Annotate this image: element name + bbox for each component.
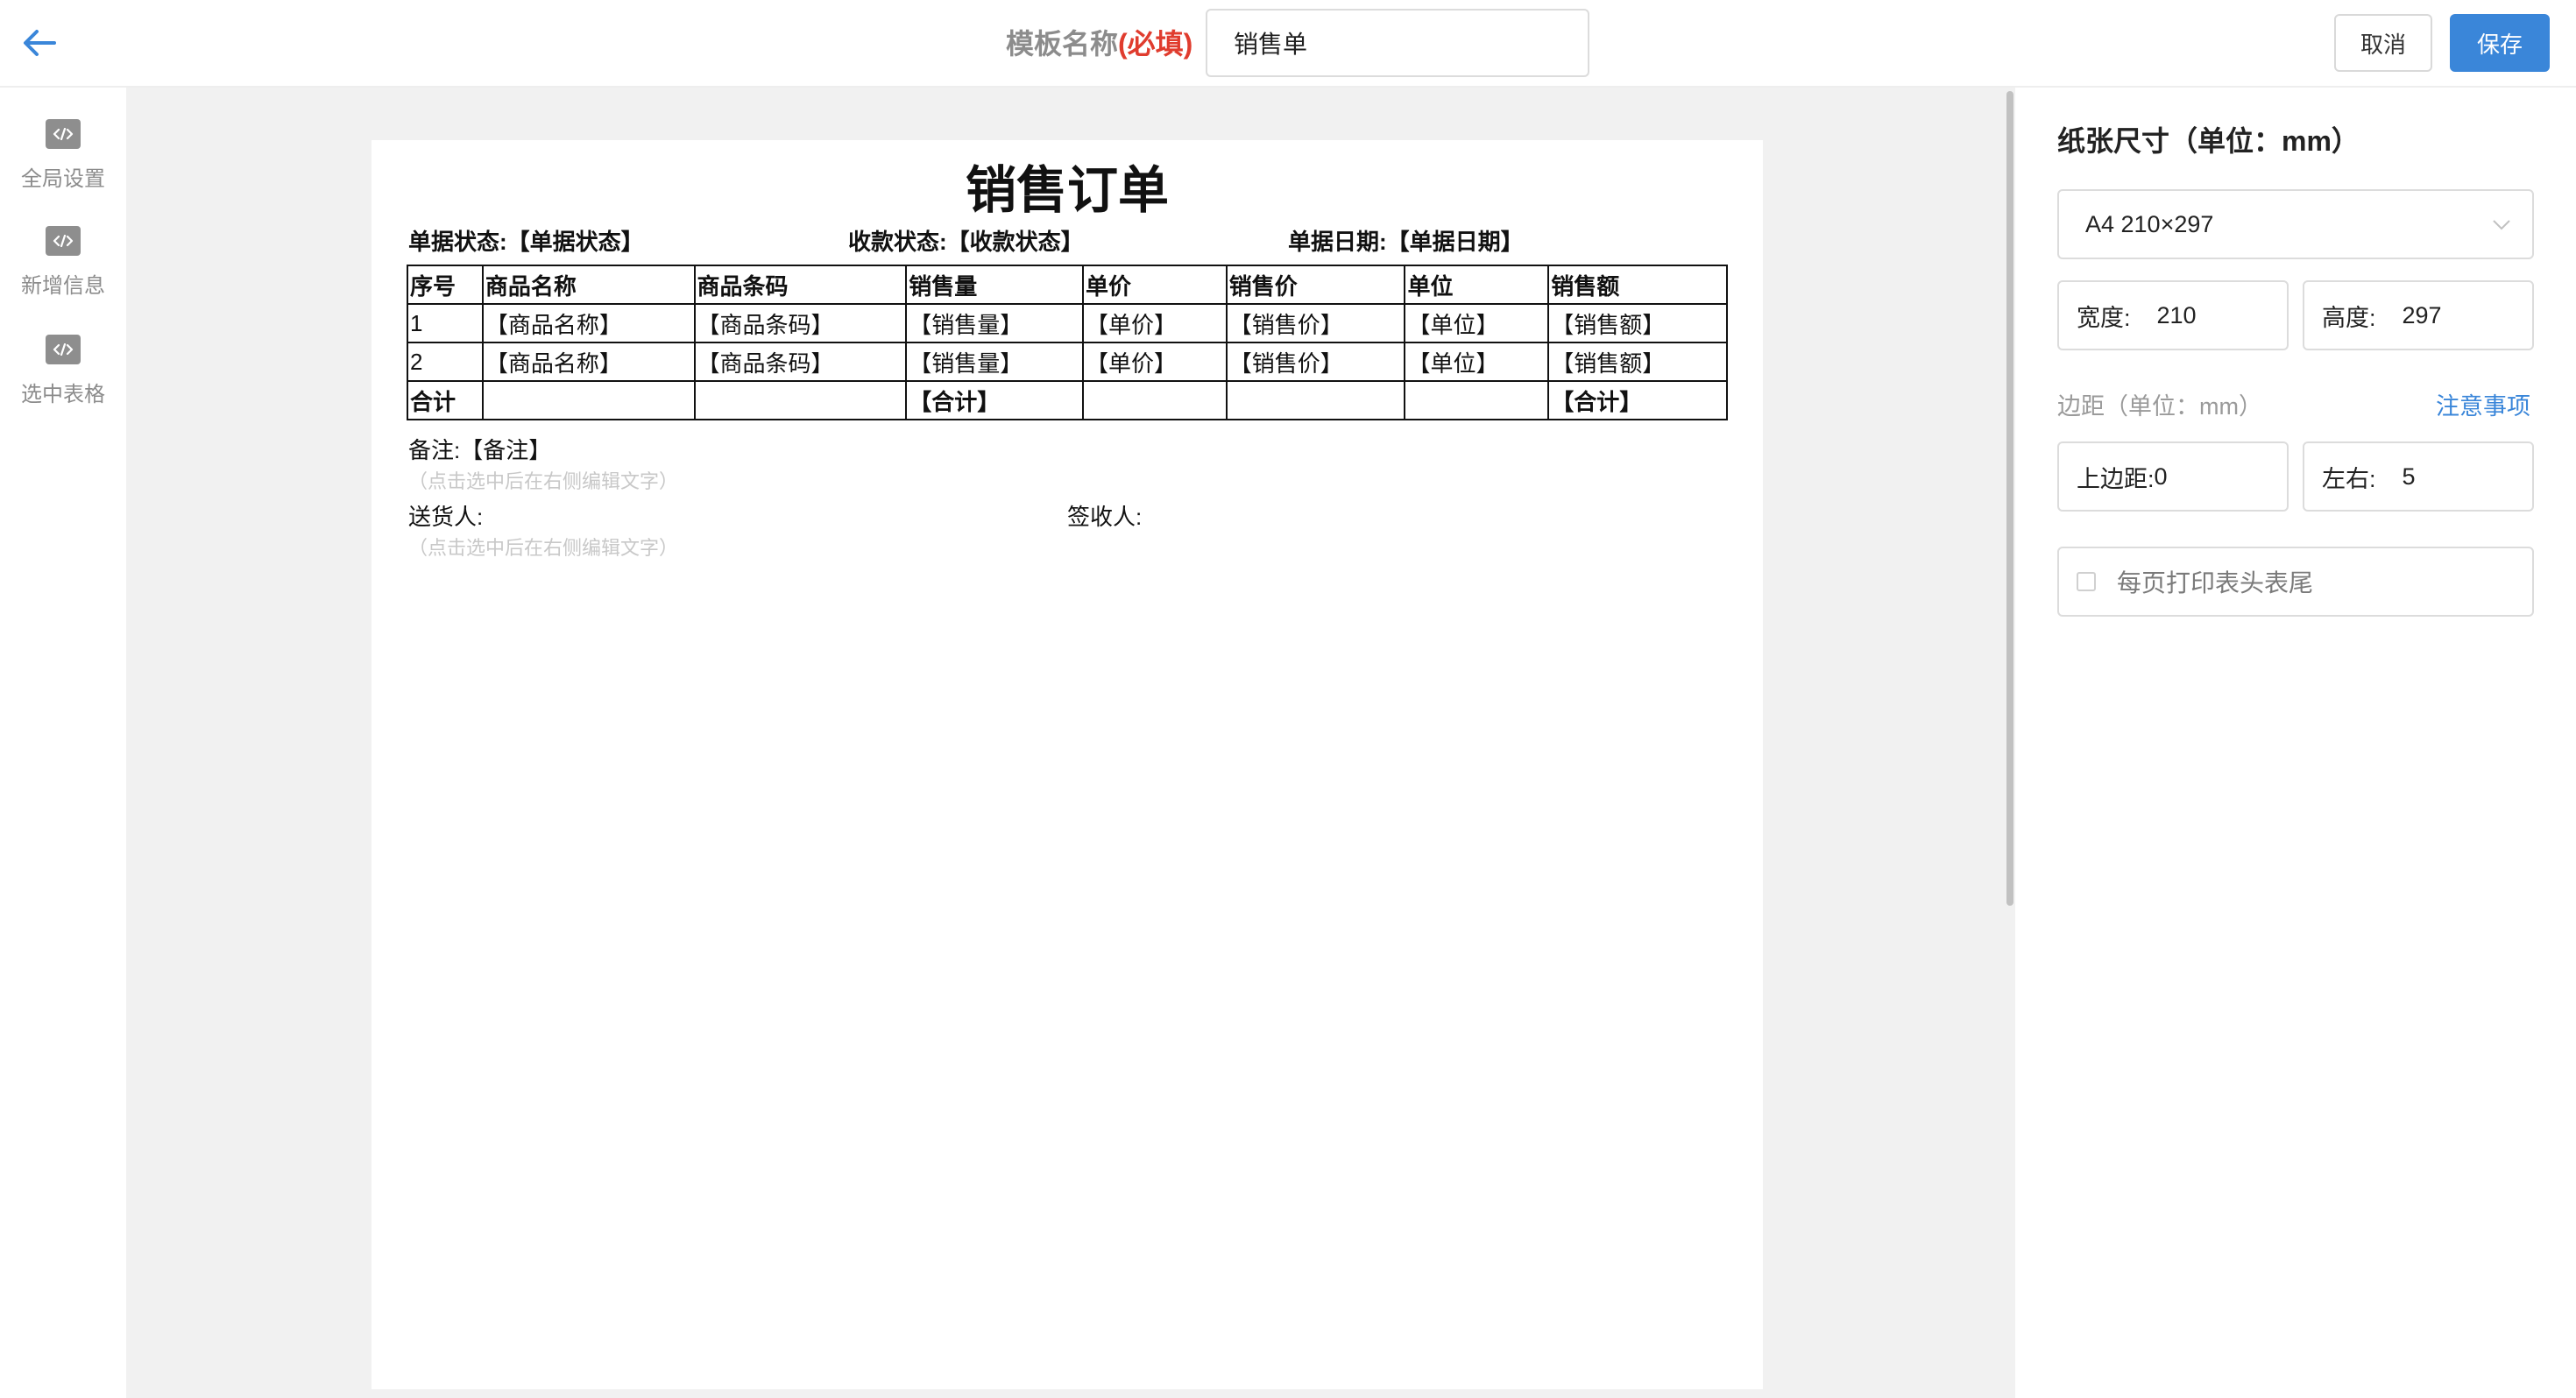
table-cell[interactable]: 合计: [407, 380, 484, 420]
required-mark: (必填): [1118, 28, 1193, 60]
meta-value: 【单据日期】: [1386, 229, 1524, 255]
print-header-footer-checkbox[interactable]: [2077, 572, 2096, 591]
goods-table[interactable]: 序号 商品名称 商品条码 销售量 单价 销售价 单位 销售额 1 【商品名称】 …: [407, 265, 1728, 420]
delivery-person-field[interactable]: 送货人:: [408, 499, 483, 532]
top-margin-value: 0: [2154, 462, 2168, 490]
table-cell[interactable]: [693, 380, 908, 420]
table-cell[interactable]: 【商品名称】: [481, 303, 696, 343]
back-arrow-icon[interactable]: [18, 21, 61, 65]
table-cell[interactable]: 【销售额】: [1547, 303, 1728, 343]
table-cell[interactable]: 【销售量】: [905, 342, 1084, 382]
code-icon: [46, 119, 81, 149]
meta-label: 单据日期:: [1288, 229, 1387, 255]
meta-value: 【收款状态】: [946, 229, 1084, 255]
sidebar-item-global-settings[interactable]: 全局设置: [0, 119, 126, 215]
table-cell[interactable]: 1: [407, 303, 484, 343]
table-cell[interactable]: 【合计】: [905, 380, 1084, 420]
print-header-footer-option[interactable]: 每页打印表头表尾: [2057, 547, 2534, 617]
table-header-row: 序号 商品名称 商品条码 销售量 单价 销售价 单位 销售额: [407, 265, 1728, 305]
edit-hint: （点击选中后在右侧编辑文字）: [408, 537, 679, 559]
table-row: 1 【商品名称】 【商品条码】 【销售量】 【单价】 【销售价】 【单位】 【销…: [407, 303, 1728, 343]
code-icon: [46, 335, 81, 364]
remark-value: 【备注】: [460, 437, 552, 463]
table-header-cell[interactable]: 商品条码: [693, 265, 908, 305]
sidebar-item-select-table[interactable]: 选中表格: [0, 335, 126, 431]
table-header-cell[interactable]: 单位: [1404, 265, 1550, 305]
table-cell[interactable]: 【商品条码】: [693, 342, 908, 382]
table-cell[interactable]: [1404, 380, 1550, 420]
sidebar-item-label: 新增信息: [21, 274, 105, 298]
table-header-cell[interactable]: 商品名称: [481, 265, 696, 305]
paper-size-value: A4 210×297: [2085, 210, 2214, 237]
top-bar: 模板名称(必填) 取消 保存: [0, 0, 2576, 88]
table-header-cell[interactable]: 销售价: [1225, 265, 1406, 305]
table-header-cell[interactable]: 销售额: [1547, 265, 1728, 305]
notes-link[interactable]: 注意事项: [2436, 387, 2530, 421]
design-canvas: 销售订单 单据状态:【单据状态】 收款状态:【收款状态】 单据日期:【单据日期】…: [126, 88, 2015, 1398]
canvas-scrollbar[interactable]: [2006, 91, 2013, 906]
table-cell[interactable]: [1081, 380, 1228, 420]
paper-size-title: 纸张尺寸（单位：mm）: [2057, 125, 2360, 157]
width-value: 210: [2156, 301, 2197, 328]
code-icon: [46, 226, 81, 256]
margin-label: 边距（单位：mm）: [2057, 393, 2262, 420]
table-cell[interactable]: 2: [407, 342, 484, 382]
width-label: 宽度:: [2077, 304, 2131, 331]
paper-sheet[interactable]: 销售订单 单据状态:【单据状态】 收款状态:【收款状态】 单据日期:【单据日期】…: [372, 140, 1763, 1389]
settings-panel: 纸张尺寸（单位：mm） A4 210×297 宽度: 210 高度: 297 边…: [2015, 88, 2576, 1398]
template-name-label-text: 模板名称: [1006, 28, 1119, 60]
paper-size-select[interactable]: A4 210×297: [2057, 189, 2534, 259]
table-cell[interactable]: 【商品名称】: [481, 342, 696, 382]
meta-order-date[interactable]: 单据日期:【单据日期】: [1288, 224, 1524, 257]
table-header-cell[interactable]: 销售量: [905, 265, 1084, 305]
table-cell[interactable]: [1225, 380, 1406, 420]
table-header-cell[interactable]: 单价: [1081, 265, 1228, 305]
width-field[interactable]: 宽度: 210: [2057, 280, 2289, 350]
remark-label: 备注:: [408, 437, 461, 463]
side-margin-value: 5: [2402, 462, 2416, 490]
chevron-down-icon: [2493, 220, 2510, 230]
table-cell[interactable]: 【单位】: [1404, 303, 1550, 343]
table-cell[interactable]: 【销售额】: [1547, 342, 1728, 382]
table-cell[interactable]: 【销售价】: [1225, 342, 1406, 382]
template-name-input[interactable]: [1206, 9, 1589, 77]
table-cell[interactable]: 【销售价】: [1225, 303, 1406, 343]
top-margin-field[interactable]: 上边距: 0: [2057, 441, 2289, 512]
edit-hint: （点击选中后在右侧编辑文字）: [408, 470, 679, 492]
sidebar-item-label: 全局设置: [21, 167, 105, 191]
meta-label: 收款状态:: [848, 229, 947, 255]
sidebar-item-add-info[interactable]: 新增信息: [0, 226, 126, 322]
height-field[interactable]: 高度: 297: [2303, 280, 2534, 350]
table-cell[interactable]: 【单位】: [1404, 342, 1550, 382]
receiver-field[interactable]: 签收人:: [1067, 499, 1142, 532]
remark-field[interactable]: 备注:【备注】: [408, 433, 551, 465]
table-sum-row: 合计 【合计】 【合计】: [407, 380, 1728, 420]
height-label: 高度:: [2322, 304, 2376, 331]
table-cell[interactable]: 【销售量】: [905, 303, 1084, 343]
tool-sidebar: 全局设置 新增信息 选中表格: [0, 88, 126, 1398]
table-cell[interactable]: 【合计】: [1547, 380, 1728, 420]
document-title[interactable]: 销售订单: [372, 149, 1763, 222]
table-cell[interactable]: 【单价】: [1081, 303, 1228, 343]
sidebar-item-label: 选中表格: [21, 383, 105, 406]
table-cell[interactable]: 【单价】: [1081, 342, 1228, 382]
save-button[interactable]: 保存: [2450, 14, 2550, 72]
table-row: 2 【商品名称】 【商品条码】 【销售量】 【单价】 【销售价】 【单位】 【销…: [407, 342, 1728, 382]
print-header-footer-label: 每页打印表头表尾: [2117, 569, 2314, 597]
meta-order-status[interactable]: 单据状态:【单据状态】: [408, 224, 644, 257]
table-header-cell[interactable]: 序号: [407, 265, 484, 305]
template-name-label: 模板名称(必填): [1006, 25, 1192, 63]
side-margin-field[interactable]: 左右: 5: [2303, 441, 2534, 512]
table-cell[interactable]: 【商品条码】: [693, 303, 908, 343]
meta-payment-status[interactable]: 收款状态:【收款状态】: [848, 224, 1084, 257]
meta-value: 【单据状态】: [506, 229, 644, 255]
side-margin-label: 左右:: [2322, 465, 2376, 492]
height-value: 297: [2402, 301, 2442, 328]
meta-label: 单据状态:: [408, 229, 507, 255]
table-cell[interactable]: [481, 380, 696, 420]
top-margin-label: 上边距:: [2077, 465, 2155, 492]
cancel-button[interactable]: 取消: [2334, 14, 2432, 72]
